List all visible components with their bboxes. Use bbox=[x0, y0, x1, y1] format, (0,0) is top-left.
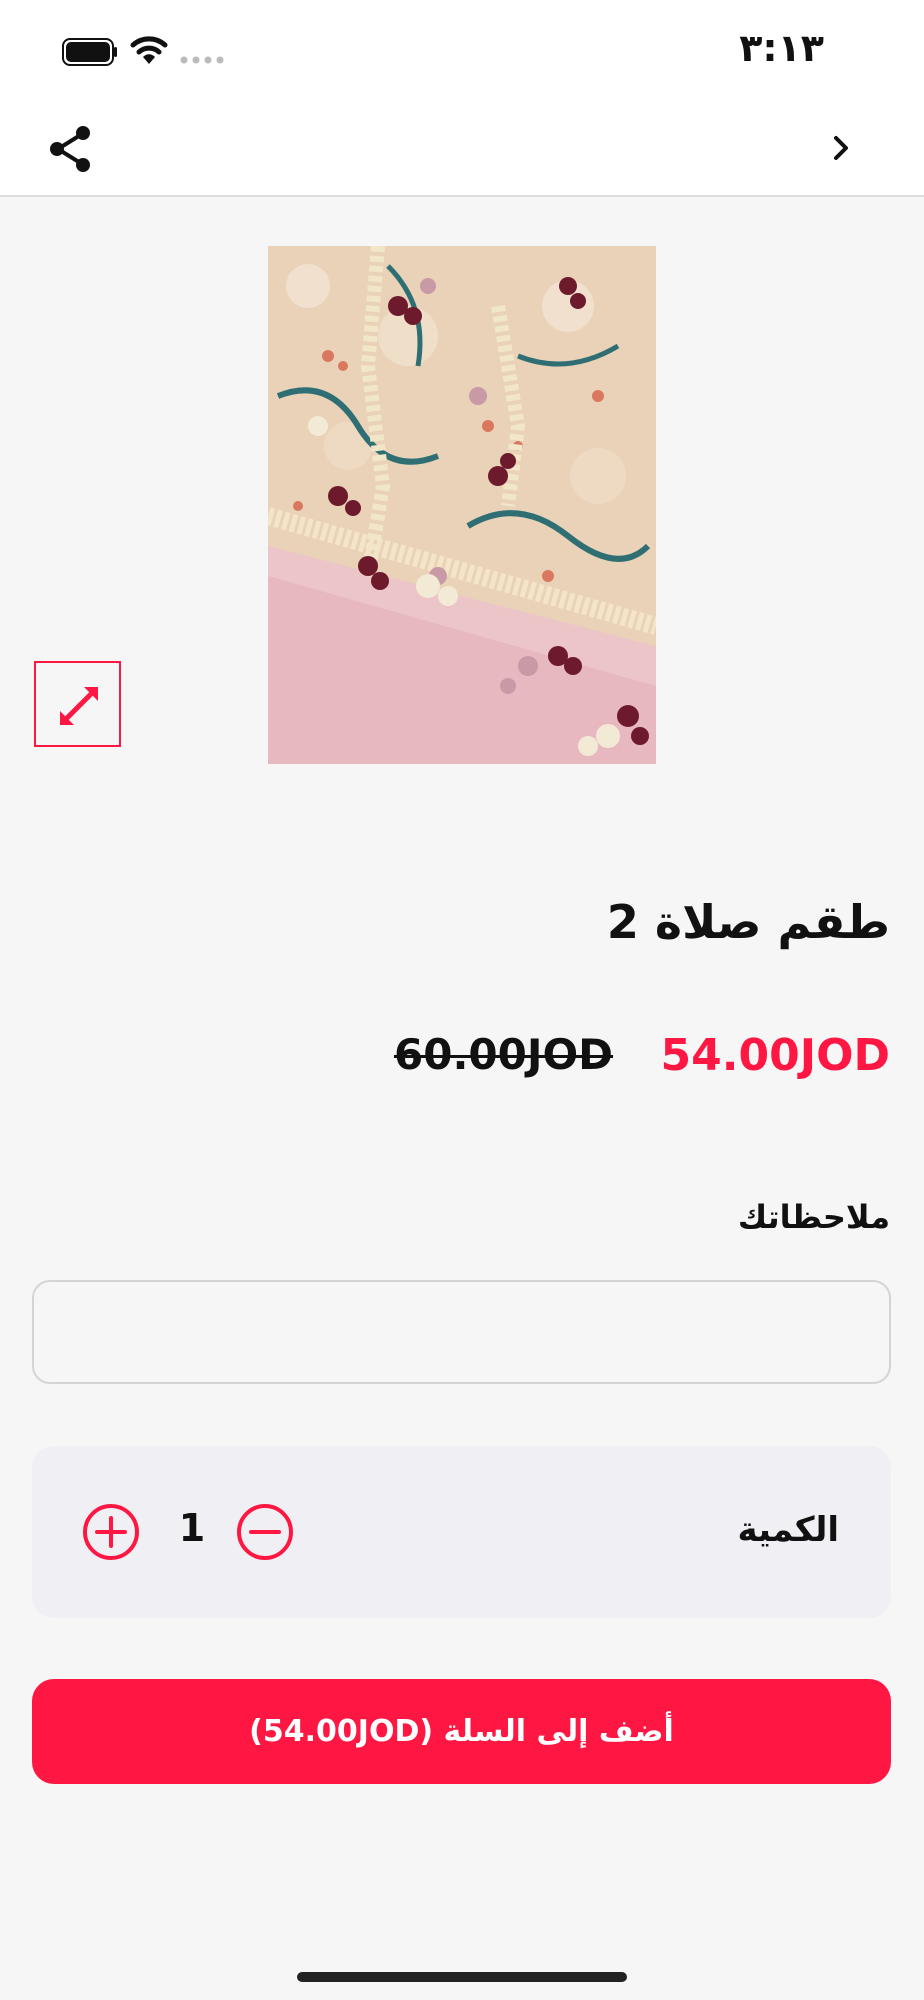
chevron-right-icon[interactable] bbox=[828, 130, 856, 166]
expand-arrows-icon bbox=[60, 687, 98, 725]
quantity-card: 1 الكمية bbox=[32, 1446, 891, 1618]
share-icon[interactable] bbox=[46, 124, 94, 174]
add-to-cart-button[interactable]: أضف إلى السلة (54.00JOD) bbox=[32, 1679, 891, 1784]
product-title: طقم صلاة 2 bbox=[606, 895, 890, 949]
minus-circle-icon[interactable] bbox=[236, 1503, 294, 1561]
add-to-cart-label: أضف إلى السلة (54.00JOD) bbox=[249, 1714, 674, 1749]
notes-input[interactable] bbox=[32, 1280, 891, 1384]
nav-bar bbox=[0, 100, 924, 197]
battery-icon bbox=[62, 38, 117, 66]
quantity-value: 1 bbox=[178, 1506, 206, 1550]
wifi-icon bbox=[130, 36, 168, 64]
signal-icon bbox=[180, 56, 224, 64]
price-current: 54.00JOD bbox=[660, 1030, 890, 1081]
expand-button[interactable] bbox=[34, 661, 121, 747]
product-photo bbox=[268, 246, 656, 764]
status-time: ٣:١٣ bbox=[739, 26, 824, 70]
notes-label: ملاحظاتك bbox=[737, 1198, 890, 1236]
status-bar: ٣:١٣ bbox=[0, 0, 924, 100]
product-image[interactable] bbox=[268, 246, 656, 764]
quantity-label: الكمية bbox=[737, 1510, 840, 1550]
price-old: 60.00JOD bbox=[394, 1030, 614, 1079]
home-indicator bbox=[297, 1972, 627, 1982]
plus-circle-icon[interactable] bbox=[82, 1503, 140, 1561]
